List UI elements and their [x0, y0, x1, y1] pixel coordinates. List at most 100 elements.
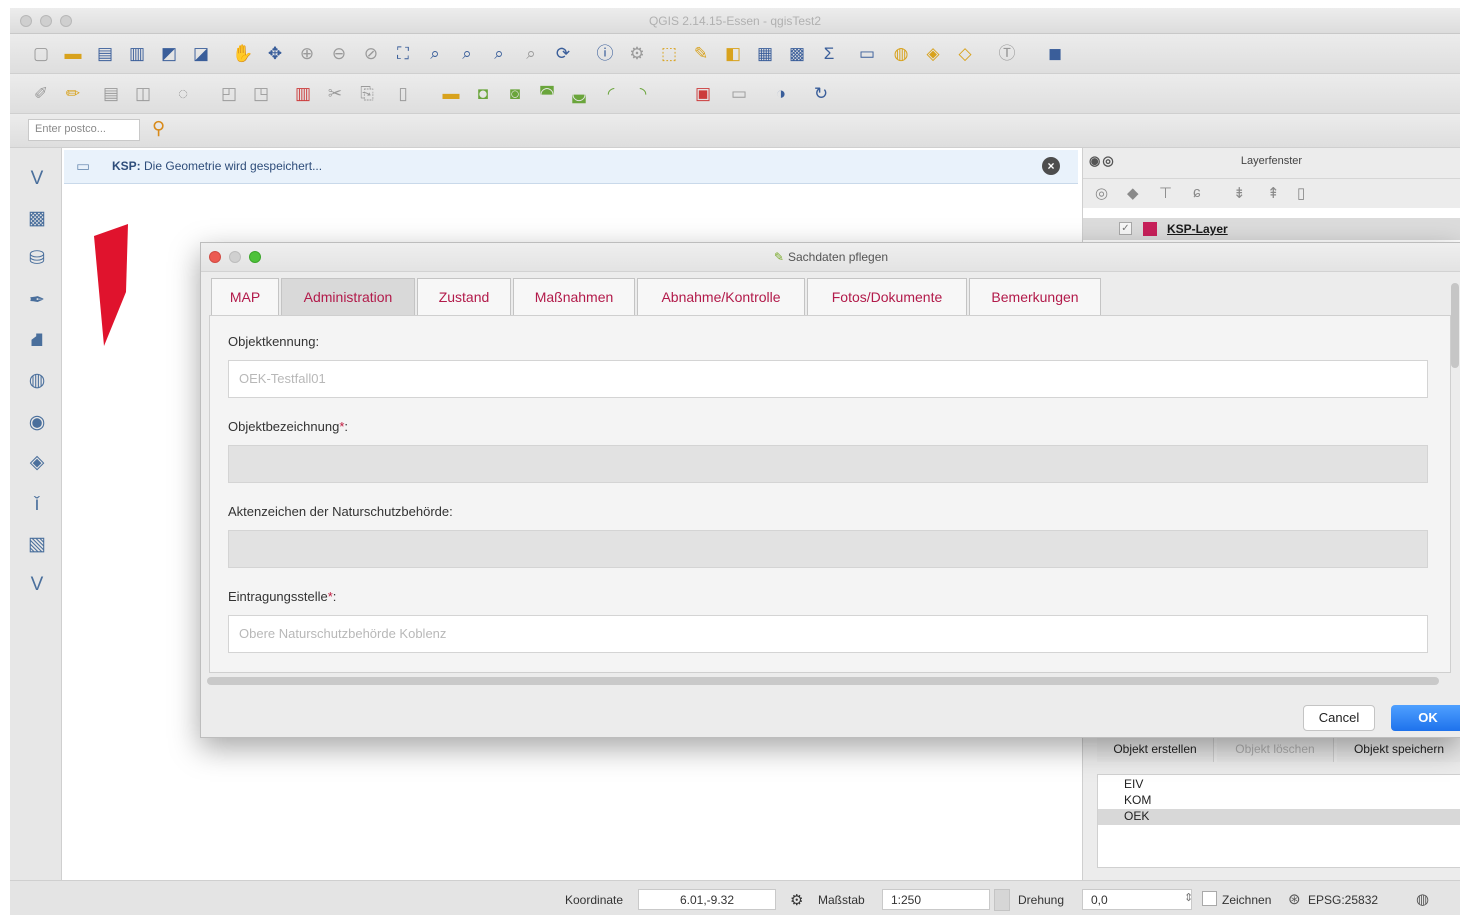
current-edits-icon[interactable]: ✐: [30, 83, 52, 105]
node-edit-icon[interactable]: ◳: [250, 83, 272, 105]
crs-label[interactable]: EPSG:25832: [1308, 893, 1378, 907]
layer-row-ksp[interactable]: ✓ KSP-Layer: [1083, 218, 1460, 240]
rotation-spinner-icon[interactable]: ⇕: [1184, 891, 1193, 904]
scale-field[interactable]: 1:250: [882, 889, 990, 910]
processing-icon[interactable]: ↻: [810, 83, 832, 105]
delete-selected-icon[interactable]: ▥: [292, 83, 314, 105]
add-raster-layer-icon[interactable]: ▩: [24, 206, 50, 232]
horizontal-scrollbar[interactable]: [207, 677, 1439, 685]
save-object-button[interactable]: Objekt speichern: [1337, 736, 1460, 762]
tab-massnahmen[interactable]: Maßnahmen: [513, 278, 635, 316]
tab-bemerkungen[interactable]: Bemerkungen: [969, 278, 1101, 316]
remove-layer-icon[interactable]: ▯: [1297, 184, 1305, 202]
ok-button[interactable]: OK: [1391, 705, 1460, 731]
help-icon[interactable]: ◼: [1044, 43, 1066, 65]
map-tips-icon[interactable]: ◍: [890, 43, 912, 65]
objektbezeichnung-field[interactable]: [228, 445, 1428, 483]
tab-zustand[interactable]: Zustand: [417, 278, 511, 316]
zoom-next-icon[interactable]: ⌕: [520, 43, 542, 65]
pin-labels-icon[interactable]: ◙: [504, 83, 526, 105]
list-item[interactable]: EIV: [1124, 777, 1143, 791]
new-bookmark-icon[interactable]: ◈: [922, 43, 944, 65]
show-hide-labels-icon[interactable]: ◚: [536, 83, 558, 105]
text-annotation-icon[interactable]: Ⓣ: [996, 43, 1018, 65]
new-project-icon[interactable]: ▢: [30, 43, 52, 65]
node-tool-icon[interactable]: ◌: [172, 83, 194, 105]
move-label-icon[interactable]: ◛: [568, 83, 590, 105]
tab-fotos-dokumente[interactable]: Fotos/Dokumente: [807, 278, 967, 316]
add-spatialite-layer-icon[interactable]: ✒: [24, 288, 50, 314]
zoom-last-icon[interactable]: ⌕: [488, 43, 510, 65]
plugin-ksp-icon[interactable]: ▣: [692, 83, 714, 105]
paste-features-icon[interactable]: ▯: [392, 83, 414, 105]
add-postgis-layer-icon[interactable]: ⛁: [24, 246, 50, 272]
render-checkbox[interactable]: [1202, 891, 1217, 906]
tab-administration[interactable]: Administration: [281, 278, 415, 316]
tab-abnahme-kontrolle[interactable]: Abnahme/Kontrolle: [637, 278, 805, 316]
add-mssql-layer-icon[interactable]: ⛘: [24, 328, 50, 354]
identify-icon[interactable]: ⓘ: [594, 43, 616, 65]
zoom-in-icon[interactable]: ⊕: [296, 43, 318, 65]
layer-labeling-icon[interactable]: ◘: [472, 83, 494, 105]
zoom-layer-icon[interactable]: ⌕: [456, 43, 478, 65]
map-feature-polygon[interactable]: [94, 224, 128, 346]
layer-name[interactable]: KSP-Layer: [1167, 222, 1228, 236]
refresh-icon[interactable]: ⟳: [552, 43, 574, 65]
statistics-sigma-icon[interactable]: Σ: [818, 43, 840, 65]
zoom-full-icon[interactable]: ⛶: [392, 43, 414, 65]
new-print-composer-icon[interactable]: ◩: [158, 43, 180, 65]
change-label-icon[interactable]: ◝: [632, 83, 654, 105]
message-close-icon[interactable]: ×: [1042, 157, 1060, 175]
new-shapefile-icon[interactable]: V: [24, 572, 50, 598]
layer-styling-icon[interactable]: ◎: [1095, 184, 1108, 202]
toggle-extents-icon[interactable]: ⚙: [790, 891, 803, 909]
filter-legend-icon[interactable]: ⊤: [1159, 184, 1172, 202]
save-layer-edits-icon[interactable]: ▤: [100, 83, 122, 105]
move-feature-icon[interactable]: ◰: [218, 83, 240, 105]
map-red-feature[interactable]: [88, 222, 138, 350]
save-as-icon[interactable]: ▥: [126, 43, 148, 65]
add-wms-layer-icon[interactable]: ◍: [24, 368, 50, 394]
add-wcs-layer-icon[interactable]: ◉: [24, 410, 50, 436]
copy-features-icon[interactable]: ⎘: [356, 83, 378, 105]
crs-globe-icon[interactable]: ⊛: [1288, 890, 1301, 908]
rotate-label-icon[interactable]: ◜: [600, 83, 622, 105]
save-project-icon[interactable]: ▤: [94, 43, 116, 65]
label-toolbar-icon[interactable]: ▬: [440, 83, 462, 105]
coordinate-field[interactable]: 6.01,-9.32: [638, 889, 776, 910]
zoom-selection-icon[interactable]: ⌕: [424, 43, 446, 65]
pan-to-selection-icon[interactable]: ✥: [264, 43, 286, 65]
scale-lock-icon[interactable]: [994, 889, 1010, 911]
aktenzeichen-field[interactable]: [228, 530, 1428, 568]
toggle-editing-icon[interactable]: ✏: [62, 83, 84, 105]
csw-plugin-icon[interactable]: ▭: [728, 83, 750, 105]
add-delimited-text-icon[interactable]: ǐ: [24, 492, 50, 518]
objektkennung-field[interactable]: OEK-Testfall01: [228, 360, 1428, 398]
pan-map-icon[interactable]: ✋: [232, 43, 254, 65]
eintragungsstelle-field[interactable]: Obere Naturschutzbehörde Koblenz: [228, 615, 1428, 653]
expand-all-icon[interactable]: ⇟: [1233, 184, 1246, 202]
run-action-icon[interactable]: ⚙: [626, 43, 648, 65]
add-virtual-layer-icon[interactable]: ▧: [24, 532, 50, 558]
rotation-field[interactable]: 0,0: [1082, 889, 1192, 910]
collapse-all-icon[interactable]: ⇞: [1267, 184, 1280, 202]
vertical-scrollbar[interactable]: [1451, 283, 1459, 368]
layer-visibility-checkbox[interactable]: ✓: [1119, 222, 1132, 235]
deselect-icon[interactable]: ◧: [722, 43, 744, 65]
locator-search-icon[interactable]: ⚲: [152, 118, 165, 139]
zoom-native-icon[interactable]: ⊘: [360, 43, 382, 65]
cancel-button[interactable]: Cancel: [1303, 705, 1375, 731]
open-project-icon[interactable]: ▬: [62, 43, 84, 65]
composer-manager-icon[interactable]: ◪: [190, 43, 212, 65]
cut-features-icon[interactable]: ✂: [324, 83, 346, 105]
list-item[interactable]: OEK: [1124, 809, 1149, 823]
filter-expression-icon[interactable]: ɕ: [1193, 184, 1201, 201]
select-features-icon[interactable]: ⬚: [658, 43, 680, 65]
messages-icon[interactable]: ◍: [1416, 890, 1429, 908]
python-console-icon[interactable]: ◑: [770, 83, 792, 105]
add-vector-layer-icon[interactable]: V: [24, 166, 50, 192]
delete-object-button[interactable]: Objekt löschen: [1217, 736, 1334, 762]
create-object-button[interactable]: Objekt erstellen: [1097, 736, 1214, 762]
field-calculator-icon[interactable]: ▩: [786, 43, 808, 65]
add-group-icon[interactable]: ◆: [1127, 184, 1139, 202]
